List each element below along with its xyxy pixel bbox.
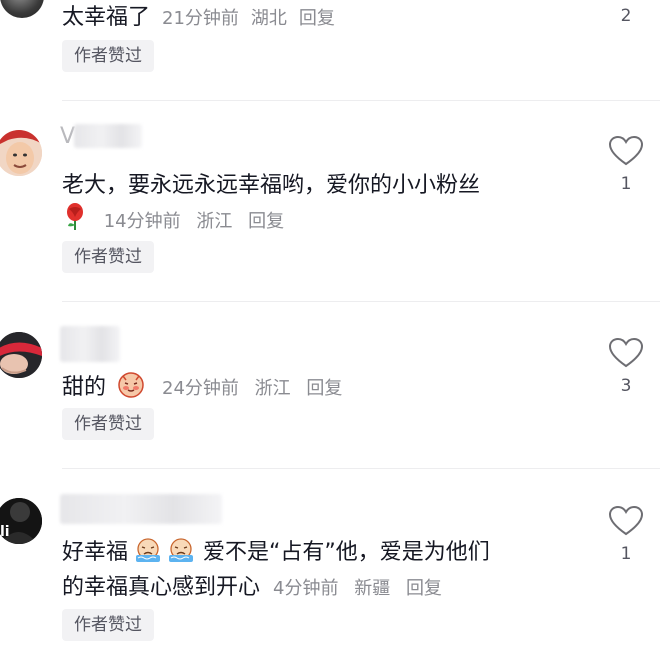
crying-face-emoji — [169, 538, 194, 562]
nickname-fragment: V — [60, 124, 76, 149]
divider — [62, 301, 660, 302]
rose-emoji — [67, 203, 83, 230]
comment-text-part-2: 爱不是“占有”他，爱是为他们 — [203, 540, 490, 565]
heart-icon — [608, 135, 644, 166]
avatar[interactable]: li — [0, 498, 42, 544]
avatar-photo — [0, 130, 42, 176]
like-button[interactable]: 1 — [606, 505, 646, 564]
comment-time: 24分钟前 — [162, 378, 239, 399]
comment-row: 好幸福 爱不是“占有”他，爱是为他们 — [62, 537, 490, 569]
comment-text: 老大，要永远永远幸福哟，爱你的小小粉丝 — [62, 173, 481, 198]
reply-button[interactable]: 回复 — [306, 378, 342, 399]
like-button[interactable]: 1 — [606, 135, 646, 194]
comment-text-part-1: 好幸福 — [62, 540, 129, 565]
comment-row: 甜的 24分钟前 浙江 回复 — [62, 370, 342, 405]
comment-time: 14分钟前 — [103, 211, 181, 232]
heart-icon — [608, 505, 644, 536]
comment-location: 新疆 — [354, 578, 391, 599]
comment-meta: 14分钟前 浙江 回复 — [62, 203, 284, 236]
author-liked-badge: 作者赞过 — [62, 408, 154, 440]
author-liked-badge: 作者赞过 — [62, 241, 154, 273]
avatar[interactable] — [0, 130, 42, 176]
crying-face-emoji — [136, 538, 161, 562]
comment-time: 4分钟前 — [273, 578, 339, 599]
comment-location: 湖北 — [250, 8, 287, 29]
author-liked-badge: 作者赞过 — [62, 40, 154, 72]
like-button[interactable]: 3 — [606, 337, 646, 396]
nickname-blurred — [60, 326, 120, 362]
nickname-blurred — [74, 124, 142, 148]
comment-row: 太幸福了 21分钟前 湖北 回复 — [62, 2, 347, 35]
avatar[interactable] — [0, 0, 44, 18]
avatar-photo — [0, 332, 42, 378]
like-count: 1 — [620, 174, 632, 194]
heart-icon — [608, 337, 644, 368]
avatar[interactable] — [0, 332, 42, 378]
comment-time: 21分钟前 — [162, 8, 239, 29]
nickname-blurred — [60, 494, 222, 524]
reply-button[interactable]: 回复 — [299, 8, 335, 29]
comment-location: 浙江 — [196, 211, 233, 232]
comment-location: 浙江 — [254, 378, 291, 399]
like-count: 2 — [620, 6, 632, 26]
like-count: 3 — [620, 376, 632, 396]
shy-face-emoji — [118, 372, 144, 398]
comment-row: 的幸福真心感到开心 4分钟前 新疆 回复 — [62, 572, 442, 605]
divider — [62, 468, 660, 469]
divider — [62, 100, 660, 101]
like-count: 1 — [620, 544, 632, 564]
avatar-text: li — [0, 524, 10, 540]
author-liked-badge: 作者赞过 — [62, 609, 154, 641]
comment-text: 太幸福了 — [62, 5, 151, 30]
reply-button[interactable]: 回复 — [406, 578, 442, 599]
reply-button[interactable]: 回复 — [248, 211, 284, 232]
comment-text: 甜的 — [62, 375, 107, 400]
comment-text-part-3: 的幸福真心感到开心 — [62, 575, 261, 600]
